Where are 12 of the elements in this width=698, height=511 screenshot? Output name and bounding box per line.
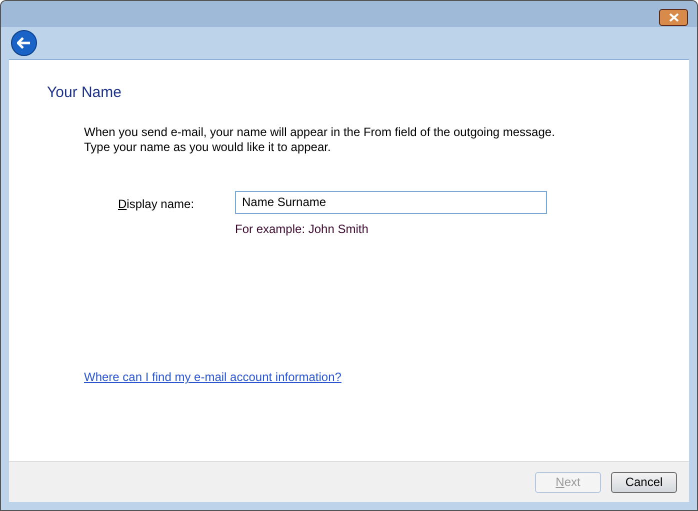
close-button[interactable] [659,9,688,26]
cancel-button[interactable]: Cancel [611,472,677,492]
page-heading: Your Name [47,83,122,103]
hint-text: For example: John Smith [235,220,370,238]
back-arrow-icon [17,37,31,49]
close-icon [668,13,678,22]
help-link[interactable]: Where can I find my e-mail account information? [84,368,342,386]
instruction-text: Type your name as you would like it to appear. [84,140,332,154]
instruction-text: When you send e-mail, your name will appear in the From field of the outgoing message. [84,124,556,140]
back-button[interactable] [11,30,37,56]
field-label: Display name: [118,196,196,212]
display-name-field[interactable]: Name Surname [235,190,547,214]
